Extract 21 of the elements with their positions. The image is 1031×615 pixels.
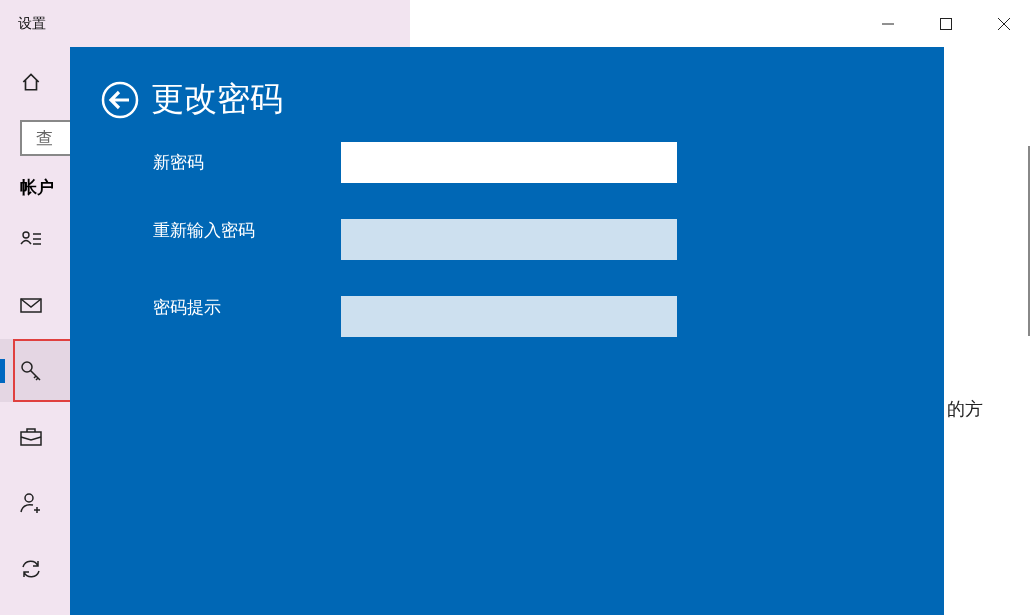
briefcase-icon <box>20 425 42 448</box>
search-field[interactable]: 查 <box>20 120 70 156</box>
sync-icon <box>20 557 42 580</box>
close-icon[interactable] <box>997 17 1011 31</box>
person-add-icon <box>20 491 42 514</box>
scrollbar[interactable] <box>1028 146 1030 336</box>
maximize-icon[interactable] <box>939 17 953 31</box>
window-title: 设置 <box>17 14 47 32</box>
field-label: 重新输入密码 <box>153 218 256 242</box>
key-icon <box>20 359 42 382</box>
password-field[interactable] <box>341 296 677 337</box>
home-icon[interactable] <box>20 71 42 93</box>
password-field[interactable] <box>341 142 677 183</box>
nav-item[interactable] <box>0 339 70 402</box>
password-field[interactable] <box>341 219 677 260</box>
description-text: 的方 <box>947 397 983 421</box>
field-label: 密码提示 <box>153 295 222 319</box>
field-label: 新密码 <box>153 151 205 174</box>
section-title: 帐户 <box>19 176 55 199</box>
back-icon[interactable] <box>101 80 139 119</box>
dialog-title: 更改密码 <box>151 78 283 120</box>
